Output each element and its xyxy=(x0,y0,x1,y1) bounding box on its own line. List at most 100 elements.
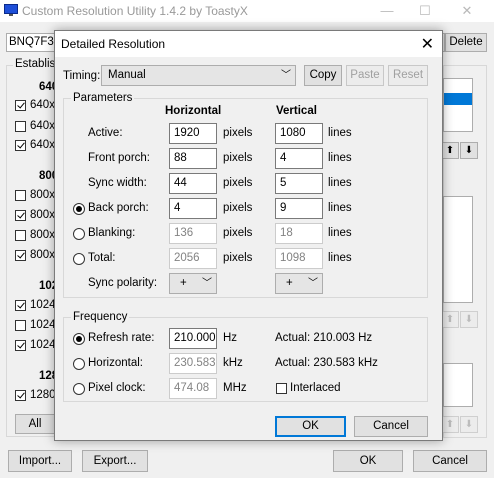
total-v-input[interactable]: 1098 xyxy=(275,248,323,269)
back-porch-h-input[interactable]: 4 xyxy=(169,198,217,219)
res-label: 1280 xyxy=(30,389,56,401)
res-checkbox[interactable] xyxy=(15,390,26,401)
extra-list[interactable] xyxy=(443,363,473,407)
dialog-cancel-button[interactable]: Cancel xyxy=(354,416,428,437)
res-label: 640x xyxy=(30,120,55,132)
refresh-rate-radio[interactable] xyxy=(73,333,85,345)
total-label: Total: xyxy=(88,252,116,264)
res-checkbox[interactable] xyxy=(15,100,26,111)
res-label: 800x xyxy=(30,189,55,201)
unit-lines: lines xyxy=(328,177,352,189)
reset-button[interactable]: Reset xyxy=(388,65,428,86)
res-label: 640x xyxy=(30,139,55,151)
active-v-input[interactable]: 1080 xyxy=(275,123,323,144)
detailed-resolution-dialog: Detailed Resolution ✕ Timing: Manual ﹀ C… xyxy=(54,30,443,441)
pixel-clock-input[interactable]: 474.08 xyxy=(169,378,217,399)
sync-polarity-h-value: + xyxy=(180,277,187,289)
front-porch-label: Front porch: xyxy=(88,152,150,164)
total-h-input[interactable]: 2056 xyxy=(169,248,217,269)
maximize-button[interactable]: ☐ xyxy=(410,2,440,20)
unit-lines: lines xyxy=(328,202,352,214)
copy-button[interactable]: Copy xyxy=(304,65,342,86)
vertical-header: Vertical xyxy=(276,105,317,117)
minimize-button[interactable]: — xyxy=(372,2,402,20)
unit-lines: lines xyxy=(328,227,352,239)
back-porch-radio[interactable] xyxy=(73,203,85,215)
import-button[interactable]: Import... xyxy=(8,450,72,472)
active-h-input[interactable]: 1920 xyxy=(169,123,217,144)
horizontal-freq-unit: kHz xyxy=(223,357,243,369)
blanking-radio[interactable] xyxy=(73,228,85,240)
move-down-button[interactable]: ⬇ xyxy=(460,142,478,159)
res-checkbox[interactable] xyxy=(15,210,26,221)
all-button[interactable]: All xyxy=(15,414,55,434)
res-checkbox[interactable] xyxy=(15,230,26,241)
res-label: 800x xyxy=(30,229,55,241)
blanking-h-input[interactable]: 136 xyxy=(169,223,217,244)
back-porch-v-input[interactable]: 9 xyxy=(275,198,323,219)
res-label: 1024 xyxy=(30,319,56,331)
extra-down-button[interactable]: ⬇ xyxy=(460,416,478,433)
pixel-clock-radio[interactable] xyxy=(73,383,85,395)
sync-polarity-v-select[interactable]: + ﹀ xyxy=(275,273,323,294)
front-porch-h-input[interactable]: 88 xyxy=(169,148,217,169)
dialog-titlebar: Detailed Resolution ✕ xyxy=(55,31,442,57)
main-ok-button[interactable]: OK xyxy=(333,450,403,472)
total-radio[interactable] xyxy=(73,253,85,265)
horizontal-freq-input[interactable]: 230.583 xyxy=(169,353,217,374)
export-button[interactable]: Export... xyxy=(82,450,148,472)
res-label: 800x xyxy=(30,209,55,221)
back-porch-label: Back porch: xyxy=(88,202,149,214)
parameters-label: Parameters xyxy=(71,92,135,104)
horizontal-freq-label: Horizontal: xyxy=(88,357,143,369)
active-label: Active: xyxy=(88,127,123,139)
extension-list[interactable] xyxy=(443,196,473,303)
res-checkbox[interactable] xyxy=(15,300,26,311)
res-checkbox[interactable] xyxy=(15,250,26,261)
sync-polarity-v-value: + xyxy=(286,277,293,289)
unit-lines: lines xyxy=(328,152,352,164)
blanking-v-input[interactable]: 18 xyxy=(275,223,323,244)
dialog-close-icon[interactable]: ✕ xyxy=(421,34,434,54)
horizontal-freq-radio[interactable] xyxy=(73,358,85,370)
interlaced-checkbox[interactable] xyxy=(276,383,287,394)
sync-polarity-label: Sync polarity: xyxy=(88,277,158,289)
chevron-down-icon: ﹀ xyxy=(308,278,318,289)
close-button[interactable]: ✕ xyxy=(452,2,482,20)
delete-button[interactable]: Delete xyxy=(445,33,487,52)
dialog-ok-button[interactable]: OK xyxy=(275,416,346,437)
res-checkbox[interactable] xyxy=(15,121,26,132)
sync-width-h-input[interactable]: 44 xyxy=(169,173,217,194)
refresh-rate-actual: Actual: 210.003 Hz xyxy=(275,332,373,344)
timing-select[interactable]: Manual ﹀ xyxy=(101,65,296,86)
chevron-down-icon: ﹀ xyxy=(202,278,212,289)
sync-width-v-input[interactable]: 5 xyxy=(275,173,323,194)
front-porch-v-input[interactable]: 4 xyxy=(275,148,323,169)
unit-pixels: pixels xyxy=(223,152,253,164)
pixel-clock-unit: MHz xyxy=(223,382,247,394)
res-checkbox[interactable] xyxy=(15,140,26,151)
detailed-list[interactable] xyxy=(443,78,473,132)
paste-button[interactable]: Paste xyxy=(346,65,384,86)
selected-list-row[interactable] xyxy=(444,93,472,105)
monitor-icon xyxy=(4,4,18,17)
res-checkbox[interactable] xyxy=(15,340,26,351)
ext-up-button[interactable]: ⬆ xyxy=(441,311,459,328)
refresh-rate-input[interactable]: 210.000 xyxy=(169,328,217,349)
move-up-button[interactable]: ⬆ xyxy=(441,142,459,159)
res-checkbox[interactable] xyxy=(15,190,26,201)
blanking-label: Blanking: xyxy=(88,227,136,239)
monitor-select[interactable]: BNQ7F33 xyxy=(6,33,56,52)
main-title: Custom Resolution Utility 1.4.2 by Toast… xyxy=(22,4,248,18)
unit-pixels: pixels xyxy=(223,127,253,139)
extra-up-button[interactable]: ⬆ xyxy=(441,416,459,433)
unit-pixels: pixels xyxy=(223,202,253,214)
main-cancel-button[interactable]: Cancel xyxy=(413,450,487,472)
res-checkbox[interactable] xyxy=(15,320,26,331)
sync-polarity-h-select[interactable]: + ﹀ xyxy=(169,273,217,294)
ext-down-button[interactable]: ⬇ xyxy=(460,311,478,328)
chevron-down-icon: ﹀ xyxy=(281,70,291,81)
sync-width-label: Sync width: xyxy=(88,177,147,189)
unit-lines: lines xyxy=(328,127,352,139)
dialog-title: Detailed Resolution xyxy=(61,37,166,51)
